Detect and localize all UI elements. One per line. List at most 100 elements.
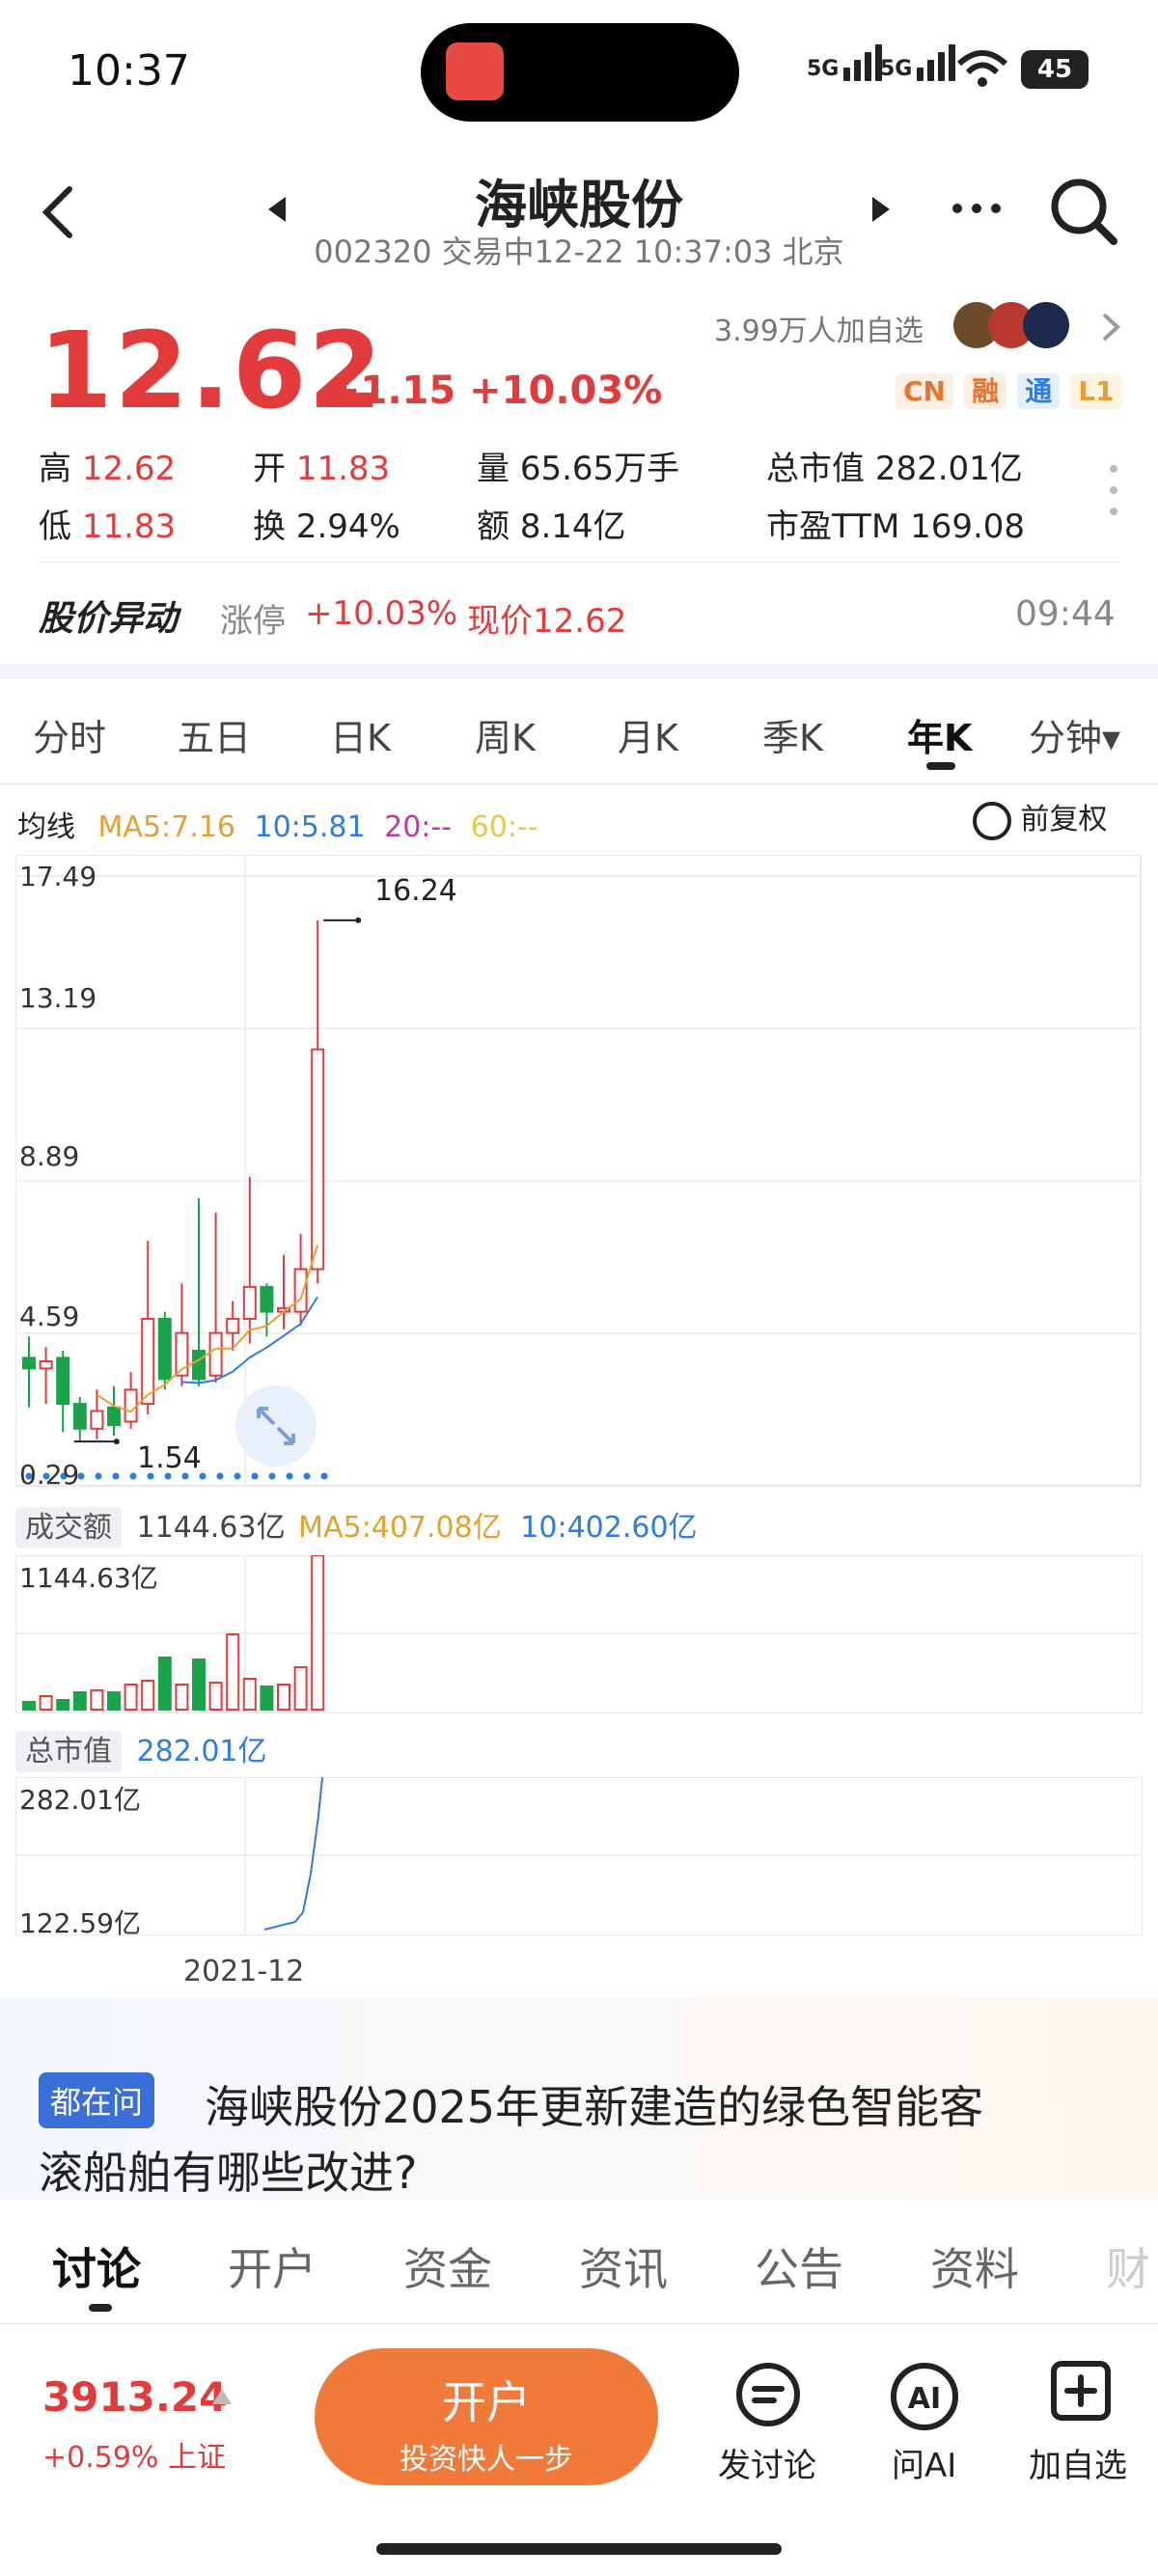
ma5-value: MA5:7.16 bbox=[97, 810, 235, 844]
volume-bar-3 bbox=[72, 1691, 87, 1711]
tab-monthly-k[interactable]: 月K bbox=[618, 708, 678, 761]
index-change: +0.59% 上证 bbox=[42, 2441, 226, 2475]
dot-15 bbox=[286, 1472, 293, 1480]
add-watchlist-label[interactable]: 加自选 bbox=[1029, 2439, 1127, 2486]
mcap-row: 总市值 282.01亿 bbox=[15, 1727, 267, 1772]
y-tick-4: 4.59 bbox=[19, 1301, 80, 1332]
home-indicator bbox=[376, 2543, 782, 2555]
alert-type: 涨停 bbox=[220, 602, 286, 641]
price-change: +1.15 +10.03% bbox=[328, 369, 663, 413]
ask-ai-icon[interactable]: AI bbox=[888, 2360, 961, 2433]
tab-announcements[interactable]: 公告 bbox=[755, 2234, 843, 2298]
badge-l1: L1 bbox=[1070, 373, 1122, 409]
volume-bar-10 bbox=[192, 1658, 206, 1711]
alert-now-price: 现价12.62 bbox=[467, 602, 627, 641]
volume-chart bbox=[15, 1555, 1141, 1712]
island-app-icon bbox=[446, 42, 504, 100]
watcher-avatars[interactable] bbox=[950, 299, 1075, 355]
volume-label[interactable]: 成交额 bbox=[15, 1507, 122, 1548]
low-mark-label: 1.54 bbox=[137, 1441, 202, 1475]
open-account-sub: 投资快人一步 bbox=[400, 2443, 573, 2477]
low-marker-dot bbox=[113, 1439, 120, 1445]
add-watchlist-icon[interactable] bbox=[1050, 2360, 1112, 2422]
tab-quarterly-k[interactable]: 季K bbox=[762, 708, 823, 761]
more-icon[interactable] bbox=[950, 199, 1004, 218]
tab-discussion[interactable]: 讨论 bbox=[52, 2234, 141, 2298]
index-value[interactable]: 3913.24 bbox=[42, 2373, 227, 2421]
volume-bar-14 bbox=[260, 1685, 274, 1711]
kline-chart[interactable] bbox=[15, 855, 1143, 1492]
volume-bar-0 bbox=[22, 1701, 36, 1711]
tab-yearly-k[interactable]: 年K bbox=[907, 708, 972, 761]
volume-bar-5 bbox=[107, 1691, 121, 1711]
tab-account[interactable]: 开户 bbox=[228, 2234, 317, 2298]
candle-body-1 bbox=[39, 1360, 53, 1370]
alert-pct: +10.03% bbox=[305, 594, 458, 633]
question-text-line1[interactable]: 海峡股份2025年更新建造的绿色智能客 bbox=[205, 2072, 983, 2136]
avatar-group-icon bbox=[953, 302, 1069, 348]
tab-profile[interactable]: 资料 bbox=[930, 2234, 1019, 2298]
ma-label: 均线 bbox=[17, 810, 75, 844]
candle-body-3 bbox=[72, 1403, 87, 1430]
dot-5 bbox=[112, 1472, 120, 1480]
ask-ai-label[interactable]: 问AI bbox=[892, 2439, 956, 2486]
tab-funds[interactable]: 资金 bbox=[403, 2234, 492, 2298]
mcap-label[interactable]: 总市值 bbox=[15, 1731, 122, 1772]
post-discussion-label[interactable]: 发讨论 bbox=[718, 2439, 816, 2486]
tab-weekly-k[interactable]: 周K bbox=[475, 708, 536, 761]
status-time: 10:37 bbox=[68, 46, 190, 96]
network-label-1: 5G bbox=[807, 57, 840, 81]
divider bbox=[0, 2323, 1158, 2324]
candle-body-4 bbox=[90, 1410, 104, 1430]
stat-open: 开 11.83 bbox=[253, 450, 391, 488]
search-icon[interactable] bbox=[1046, 174, 1119, 247]
tab-daily-k[interactable]: 日K bbox=[330, 708, 391, 761]
question-text-line2[interactable]: 滚船舶有哪些改进? bbox=[39, 2138, 417, 2202]
alert-title[interactable]: 股价异动 bbox=[39, 590, 178, 641]
adjust-button[interactable]: 前复权 bbox=[973, 795, 1108, 840]
candle-body-14 bbox=[260, 1285, 274, 1313]
volume-bar-16 bbox=[293, 1666, 308, 1711]
dot-4 bbox=[95, 1472, 102, 1480]
alert-time: 09:44 bbox=[1015, 594, 1116, 634]
candle-body-0 bbox=[22, 1357, 36, 1370]
y-tick-3: 8.89 bbox=[19, 1140, 80, 1172]
stat-mcap: 总市值 282.01亿 bbox=[766, 450, 1023, 488]
stat-pe: 市盈TTM 169.08 bbox=[766, 507, 1026, 546]
volume-bar-4 bbox=[90, 1689, 104, 1711]
expand-stats-icon[interactable] bbox=[1106, 461, 1121, 519]
volume-value: 1144.63亿 bbox=[136, 1511, 286, 1545]
tab-five-day[interactable]: 五日 bbox=[178, 708, 251, 761]
signal-1: 5G bbox=[807, 44, 886, 81]
expand-button-bg bbox=[235, 1385, 317, 1466]
stat-volume: 量 65.65万手 bbox=[477, 450, 680, 488]
ma10-value: 10:5.81 bbox=[254, 810, 366, 844]
ask-badge: 都在问 bbox=[39, 2072, 155, 2128]
tab-minute[interactable]: 分钟▾ bbox=[1029, 708, 1120, 761]
section-separator bbox=[0, 664, 1158, 679]
mcap-line bbox=[15, 1777, 1141, 1933]
dot-11 bbox=[216, 1472, 224, 1480]
volume-bar-9 bbox=[175, 1684, 189, 1711]
volume-bar-7 bbox=[141, 1680, 155, 1711]
volume-bar-8 bbox=[157, 1657, 172, 1711]
y-tick-2: 13.19 bbox=[19, 982, 97, 1014]
next-stock-icon[interactable] bbox=[868, 195, 894, 224]
high-mark-label: 16.24 bbox=[374, 874, 457, 908]
tab-news[interactable]: 资讯 bbox=[579, 2234, 668, 2298]
tab-finance[interactable]: 财 bbox=[1106, 2234, 1150, 2298]
candle-body-8 bbox=[157, 1317, 172, 1381]
open-account-button[interactable]: 开户 投资快人一步 bbox=[315, 2348, 658, 2485]
ma20-value: 20:-- bbox=[384, 810, 453, 844]
network-label-2: 5G bbox=[880, 57, 913, 81]
adjust-label: 前复权 bbox=[1020, 803, 1108, 836]
ma60-value: 60:-- bbox=[470, 810, 538, 844]
tab-intraday[interactable]: 分时 bbox=[33, 708, 106, 761]
post-discussion-icon[interactable] bbox=[733, 2360, 803, 2429]
candle-body-6 bbox=[124, 1388, 138, 1423]
high-marker-dot bbox=[355, 917, 362, 923]
volume-bar-2 bbox=[56, 1699, 70, 1711]
candle-body-16 bbox=[293, 1268, 308, 1313]
chevron-right-icon[interactable] bbox=[1100, 311, 1123, 343]
watchers-count[interactable]: 3.99万人加自选 bbox=[714, 307, 924, 349]
